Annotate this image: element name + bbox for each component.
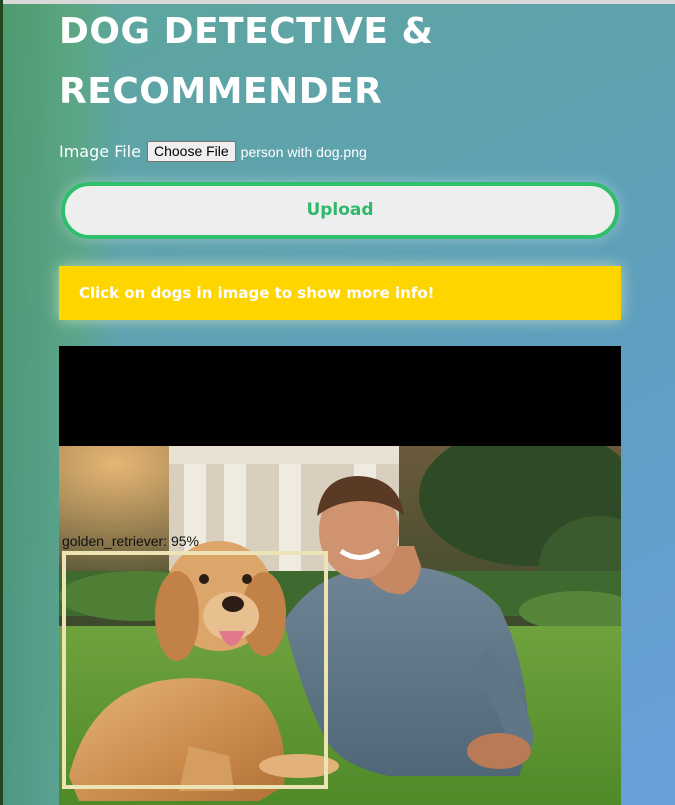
file-input-row: Image File Choose File person with dog.p…: [59, 141, 367, 162]
page-title: DOG DETECTIVE & RECOMMENDER: [59, 0, 621, 122]
detection-label: golden_retriever: 95%: [62, 533, 199, 549]
main-content: DOG DETECTIVE & RECOMMENDER Image File C…: [59, 0, 621, 805]
window-left-edge: [0, 0, 3, 805]
detection-image-panel: golden_retriever: 95%: [59, 346, 621, 805]
selected-file-name: person with dog.png: [240, 143, 367, 160]
choose-file-button[interactable]: Choose File: [146, 141, 236, 162]
info-banner: Click on dogs in image to show more info…: [59, 266, 621, 320]
dog-detection-box[interactable]: [62, 551, 328, 789]
page-title-line-2: RECOMMENDER: [59, 71, 383, 112]
image-file-label: Image File: [59, 142, 141, 161]
upload-button[interactable]: Upload: [61, 182, 619, 239]
page-title-line-1: DOG DETECTIVE &: [59, 11, 434, 52]
